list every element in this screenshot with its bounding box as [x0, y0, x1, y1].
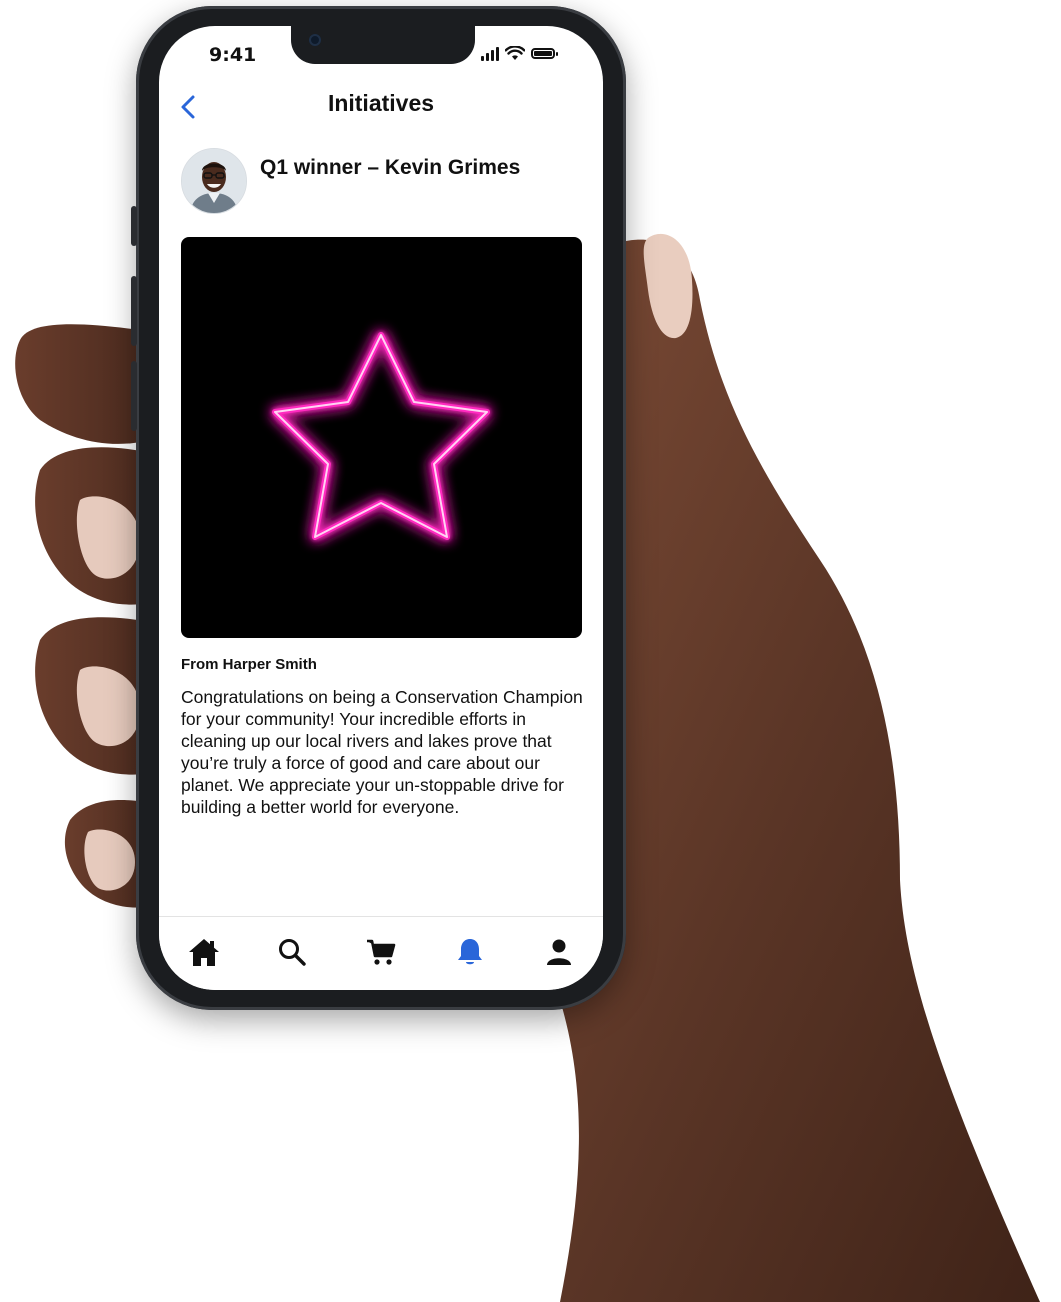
tab-notifications[interactable] [453, 935, 487, 969]
from-label: From Harper Smith [181, 656, 317, 673]
search-icon [279, 939, 306, 966]
mute-switch [131, 206, 137, 246]
battery-icon [531, 48, 558, 59]
status-icons [481, 46, 558, 61]
bell-icon [458, 939, 482, 965]
avatar[interactable] [181, 148, 247, 214]
post-header: Q1 winner – Kevin Grimes [181, 148, 591, 214]
volume-up-button [131, 276, 137, 346]
star-icon [272, 332, 490, 540]
tab-cart[interactable] [364, 935, 398, 969]
cart-icon [367, 939, 396, 965]
tab-home[interactable] [187, 935, 221, 969]
post-message: Congratulations on being a Conservation … [181, 687, 583, 817]
signal-icon [481, 46, 499, 61]
phone-frame: 9:41 Initiatives Q1 winner – Kevin Grime… [131, 6, 626, 1010]
post-title: Q1 winner – Kevin Grimes [260, 156, 521, 179]
volume-down-button [131, 361, 137, 431]
profile-icon [547, 939, 571, 965]
home-icon [189, 939, 219, 966]
notch [291, 26, 475, 64]
tab-profile[interactable] [542, 935, 576, 969]
phone-screen: 9:41 Initiatives Q1 winner – Kevin Grime… [159, 26, 603, 990]
tab-bar [159, 916, 603, 990]
front-camera [309, 34, 321, 46]
wifi-icon [505, 46, 525, 60]
nav-header: Initiatives [159, 84, 603, 128]
status-time: 9:41 [209, 44, 257, 66]
neon-star-image [181, 237, 582, 638]
tab-search[interactable] [275, 935, 309, 969]
page-title: Initiatives [327, 90, 435, 116]
avatar-photo [182, 149, 246, 213]
